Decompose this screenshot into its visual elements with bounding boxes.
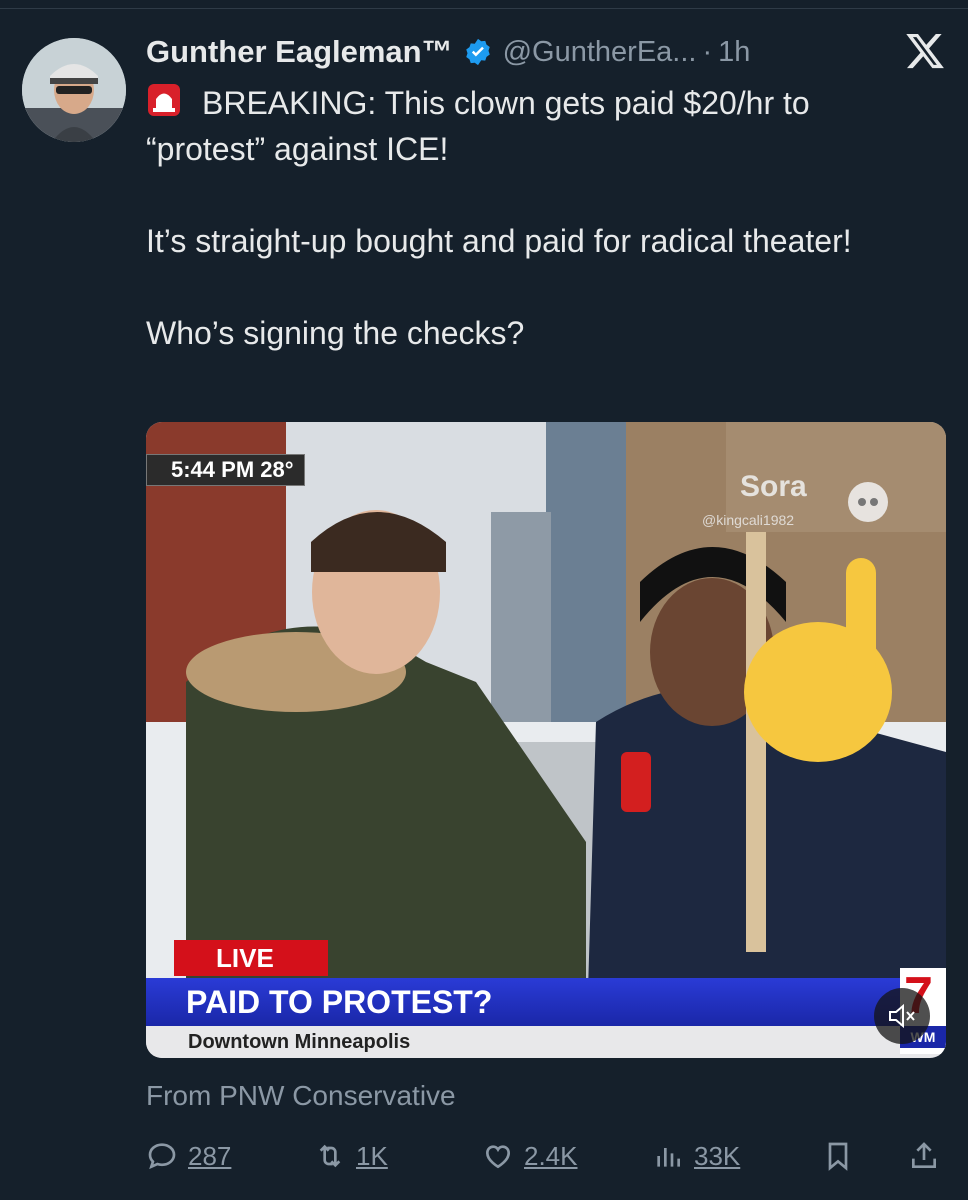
tweet-text: BREAKING: This clown gets paid $20/hr to… [146,80,936,402]
repost-button[interactable]: 1K [314,1136,388,1176]
author-name[interactable]: Gunther Eagleman™ [146,34,453,70]
verified-badge-icon [465,38,490,66]
repost-icon [319,1144,341,1168]
watermark: Sora [740,470,807,503]
reply-button[interactable]: 287 [146,1136,231,1176]
tweet-paragraph-3: Who’s signing the checks? [146,315,525,351]
views-button[interactable]: 33K [652,1136,740,1176]
like-count: 2.4K [524,1140,578,1171]
sora-cloud-icon [848,482,888,522]
action-bar: 287 1K 2.4K 33K [146,1136,946,1176]
views-count: 33K [694,1140,741,1171]
share-icon [912,1142,936,1168]
like-button[interactable]: 2.4K [482,1136,578,1176]
tweet-paragraph-1: BREAKING: This clown gets paid $20/hr to… [146,80,936,172]
separator: · [702,35,713,68]
avatar[interactable] [22,38,126,142]
reply-icon [148,1143,176,1170]
source-label[interactable]: From PNW Conservative [146,1080,456,1112]
like-icon [485,1145,511,1169]
timestamp[interactable]: 1h [718,36,750,69]
share-button[interactable] [908,1136,940,1176]
watermark-handle: @kingcali1982 [702,512,795,528]
video-player[interactable]: 5:44 PM 28° Sora @kingcali1982 LIVE PAID… [146,422,946,1058]
divider [0,8,968,9]
repost-count: 1K [356,1140,388,1171]
speaker-muted-icon [889,1003,915,1029]
x-logo-icon[interactable] [904,30,946,72]
tweet-line-1: BREAKING: This clown gets paid $20/hr to… [146,85,810,167]
reply-count: 287 [188,1140,232,1171]
mute-button[interactable] [874,988,930,1044]
views-icon [657,1148,680,1167]
headline-banner: PAID TO PROTEST? [146,978,946,1026]
author-handle[interactable]: @GuntherEa... [503,36,697,69]
broadcast-timestamp: 5:44 PM 28° [146,454,305,486]
live-badge: LIVE [174,940,328,976]
siren-emoji [148,84,180,116]
bookmark-button[interactable] [822,1136,854,1176]
location-banner: Downtown Minneapolis [146,1026,946,1058]
tweet-header: Gunther Eagleman™ @GuntherEa... · 1h [146,30,750,74]
bookmark-icon [828,1142,848,1171]
tweet-paragraph-2: It’s straight-up bought and paid for rad… [146,223,852,259]
